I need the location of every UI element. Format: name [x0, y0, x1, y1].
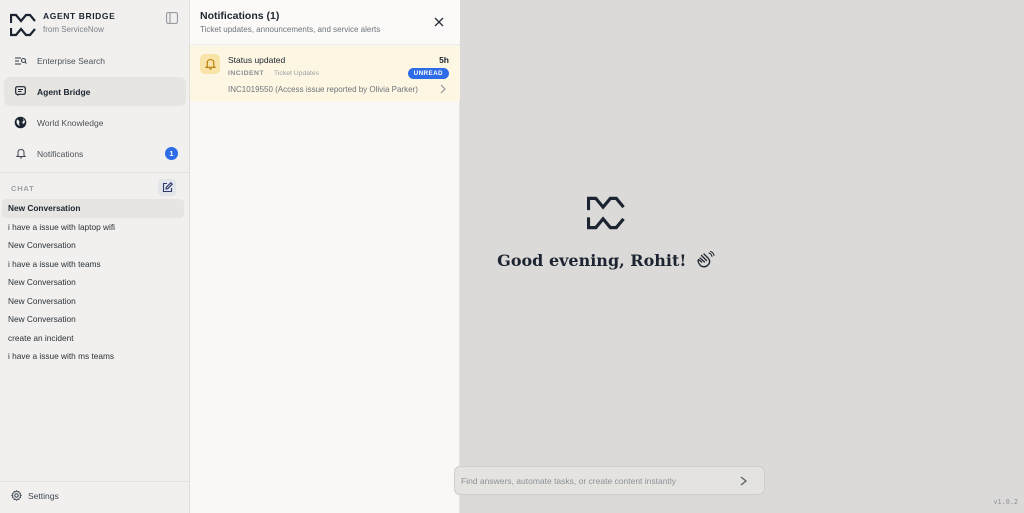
chat-item[interactable]: i have a issue with ms teams	[2, 347, 184, 366]
chat-section-header: CHAT	[0, 178, 190, 198]
chat-history-list: New Conversation i have a issue with lap…	[2, 199, 184, 366]
waving-hand-icon	[697, 251, 715, 268]
chat-item[interactable]: create an incident	[2, 329, 184, 348]
notification-category: Ticket Updates	[274, 70, 320, 77]
chat-item[interactable]: New Conversation	[2, 310, 184, 329]
greeting-text: Good evening, Rohit!	[497, 250, 687, 270]
chat-item[interactable]: New Conversation	[2, 236, 184, 255]
notifications-subtitle: Ticket updates, announcements, and servi…	[200, 25, 381, 34]
brand[interactable]: AGENT BRIDGE from ServiceNow	[10, 10, 185, 40]
nav-label: Enterprise Search	[37, 55, 106, 66]
chat-bubble-icon	[14, 85, 27, 98]
app-subtitle: from ServiceNow	[43, 25, 104, 34]
globe-icon	[14, 116, 27, 129]
agent-bridge-logo-icon	[10, 13, 36, 37]
new-chat-button[interactable]	[158, 179, 176, 196]
chat-item[interactable]: New Conversation	[2, 199, 184, 218]
notification-time: 5h	[439, 55, 449, 65]
prompt-input[interactable]	[461, 467, 731, 494]
search-list-icon	[14, 54, 27, 67]
bell-icon	[14, 147, 27, 160]
notification-item[interactable]: Status updated 5h INCIDENT · Ticket Upda…	[190, 46, 460, 101]
chat-item[interactable]: New Conversation	[2, 273, 184, 292]
send-chevron-icon[interactable]	[739, 476, 748, 486]
notifications-header: Notifications (1) Ticket updates, announ…	[190, 0, 460, 45]
chevron-right-icon	[440, 84, 446, 94]
nav-item-agent-bridge[interactable]: Agent Bridge	[4, 77, 186, 106]
notifications-panel: Notifications (1) Ticket updates, announ…	[190, 0, 460, 513]
settings-label: Settings	[28, 490, 59, 501]
notification-title: Status updated	[228, 55, 286, 65]
app-name: AGENT BRIDGE	[43, 11, 116, 21]
notification-type: INCIDENT	[228, 70, 265, 77]
chat-section-label: CHAT	[11, 184, 35, 193]
separator-dot: ·	[268, 70, 271, 77]
agent-bridge-logo-icon	[587, 196, 625, 230]
greeting-row: Good evening, Rohit!	[460, 250, 752, 270]
notification-count-badge: 1	[165, 147, 178, 160]
divider	[0, 481, 190, 482]
close-icon[interactable]	[433, 16, 445, 28]
divider	[0, 172, 190, 173]
main-area: Good evening, Rohit! v1.0.2	[454, 0, 1024, 513]
bell-icon	[200, 54, 220, 74]
nav-label: Notifications	[37, 148, 84, 159]
chat-item[interactable]: New Conversation	[2, 292, 184, 311]
unread-badge: UNREAD	[407, 68, 449, 79]
main-nav: Enterprise Search Agent Bridge World Kno…	[4, 46, 186, 170]
sidebar-toggle-icon[interactable]	[166, 12, 178, 24]
notification-body: INC1019550 (Access issue reported by Oli…	[228, 85, 418, 94]
nav-item-world-knowledge[interactable]: World Knowledge	[4, 108, 186, 137]
gear-icon	[11, 490, 22, 501]
nav-item-notifications[interactable]: Notifications 1	[4, 139, 186, 168]
nav-label: World Knowledge	[37, 117, 104, 128]
sidebar: AGENT BRIDGE from ServiceNow Enterprise …	[0, 0, 190, 513]
settings-button[interactable]: Settings	[11, 490, 59, 501]
notifications-title: Notifications (1)	[200, 10, 280, 22]
nav-label: Agent Bridge	[37, 86, 91, 97]
edit-icon	[162, 182, 173, 193]
version-label: v1.0.2	[993, 498, 1018, 506]
chat-item[interactable]: i have a issue with laptop wifi	[2, 218, 184, 237]
nav-item-enterprise-search[interactable]: Enterprise Search	[4, 46, 186, 75]
chat-item[interactable]: i have a issue with teams	[2, 255, 184, 274]
prompt-bar	[454, 466, 765, 495]
